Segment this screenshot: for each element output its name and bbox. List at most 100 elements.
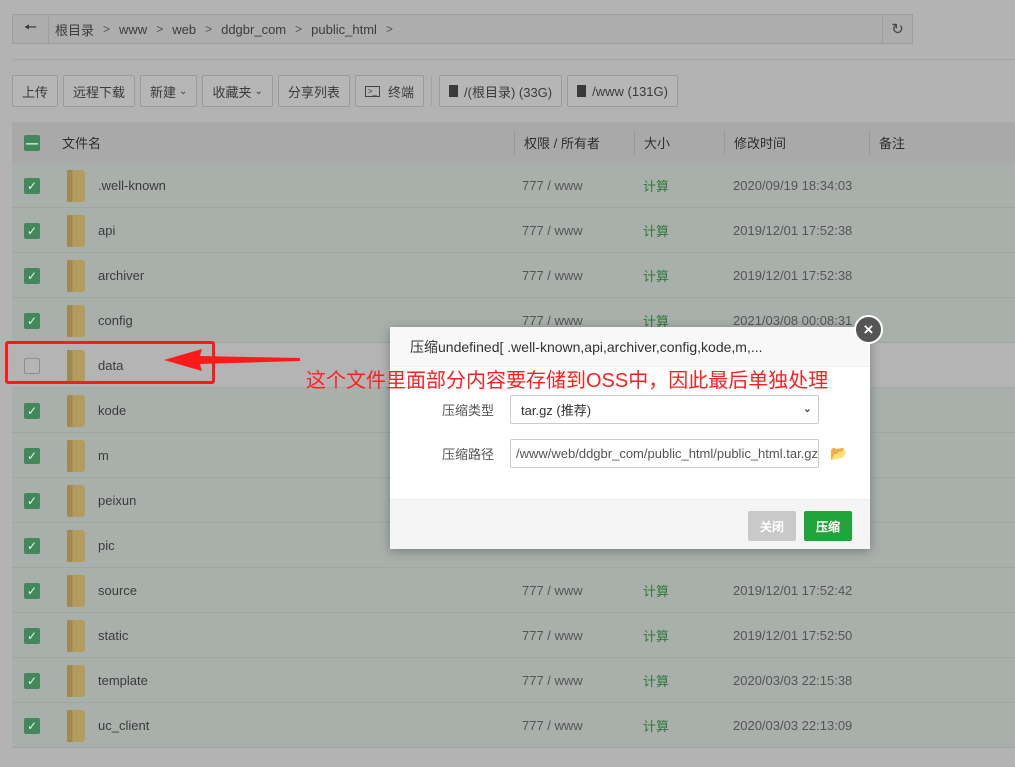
folder-icon [67,478,85,523]
file-perm[interactable]: 777 / www [522,568,583,613]
file-size-calc[interactable]: 计算 [643,208,669,253]
file-name[interactable]: uc_client [98,703,149,748]
breadcrumb-ddgbr[interactable]: ddgbr_com [221,22,286,37]
favorites-label: 收藏夹 [212,84,252,100]
file-name[interactable]: config [98,298,133,343]
row-checkbox[interactable]: ✓ [24,613,40,658]
remote-download-button[interactable]: 远程下载 [63,75,136,107]
new-label: 新建 [150,84,177,100]
terminal-button[interactable]: >_ 终端 [354,75,424,107]
file-name[interactable]: source [98,568,137,613]
refresh-button[interactable]: ↻ [882,15,912,43]
compress-path-input[interactable]: /www/web/ddgbr_com/public_html/public_ht… [510,439,819,468]
table-row[interactable]: ✓ .well-known 777 / www 计算 2020/09/19 18… [12,163,1015,208]
file-name[interactable]: .well-known [98,163,166,208]
folder-icon [67,388,85,433]
row-checkbox[interactable]: ✓ [24,478,40,523]
file-name[interactable]: static [98,613,128,658]
check-icon: ✓ [24,492,40,509]
row-checkbox[interactable]: ✓ [24,568,40,613]
table-row[interactable]: ✓ source 777 / www 计算 2019/12/01 17:52:4… [12,568,1015,613]
toolbar: 上传 远程下载 新建 ⌄ 收藏夹 ⌄ 分享列表 >_ 终端 /(根目录) (33G) … [12,75,678,107]
check-icon: ✓ [24,717,40,734]
file-perm[interactable]: 777 / www [522,703,583,748]
table-row[interactable]: ✓ archiver 777 / www 计算 2019/12/01 17:52… [12,253,1015,298]
row-checkbox[interactable]: ✓ [24,298,40,343]
chevron-right-icon: > [205,22,213,36]
folder-icon [67,208,85,253]
file-name[interactable]: template [98,658,148,703]
folder-icon [67,253,85,298]
row-checkbox[interactable]: ✓ [24,163,40,208]
terminal-label: 终端 [387,84,414,100]
file-name[interactable]: peixun [98,478,136,523]
file-mtime: 2019/12/01 17:52:38 [733,268,853,283]
row-checkbox[interactable]: ✓ [24,433,40,478]
file-name[interactable]: api [98,208,115,253]
table-row[interactable]: ✓ static 777 / www 计算 2019/12/01 17:52:5… [12,613,1015,658]
header-size[interactable]: 大小 [634,130,670,155]
breadcrumb-www[interactable]: www [119,22,147,37]
dialog-footer: 关闭 压缩 [390,499,870,549]
favorites-button[interactable]: 收藏夹 ⌄ [202,75,273,107]
divider [431,76,432,106]
file-size-calc[interactable]: 计算 [643,658,669,703]
table-header: — 文件名 权限 / 所有者 大小 修改时间 备注 [12,122,1015,163]
folder-open-icon[interactable]: 📂 [830,445,847,462]
table-row[interactable]: ✓ template 777 / www 计算 2020/03/03 22:15… [12,658,1015,703]
path-bar: 🠔 根目录 > www > web > ddgbr_com > public_html >… [12,14,913,44]
table-row[interactable]: ✓ api 777 / www 计算 2019/12/01 17:52:38 [12,208,1015,253]
breadcrumb-web[interactable]: web [172,22,196,37]
file-perm[interactable]: 777 / www [522,253,583,298]
check-icon: ✓ [24,312,40,329]
divider [12,59,1015,60]
file-perm[interactable]: 777 / www [522,613,583,658]
file-mtime: 2019/12/01 17:52:42 [733,583,853,598]
file-name[interactable]: archiver [98,253,144,298]
row-checkbox[interactable]: ✓ [24,703,40,748]
row-checkbox[interactable]: ✓ [24,523,40,568]
file-perm[interactable]: 777 / www [522,163,583,208]
folder-icon [67,703,85,748]
header-perm[interactable]: 权限 / 所有者 [514,130,600,155]
file-size-calc[interactable]: 计算 [643,613,669,658]
file-size-calc[interactable]: 计算 [643,163,669,208]
breadcrumb-root[interactable]: 根目录 [55,20,94,39]
file-name[interactable]: kode [98,388,126,433]
select-all-checkbox[interactable]: — [24,122,40,163]
file-size-calc[interactable]: 计算 [643,703,669,748]
table-row[interactable]: ✓ uc_client 777 / www 计算 2020/03/03 22:1… [12,703,1015,748]
new-button[interactable]: 新建 ⌄ [140,75,198,107]
dialog-close-icon[interactable]: × [854,315,883,344]
breadcrumb-public-html[interactable]: public_html [311,22,377,37]
row-checkbox[interactable]: ✓ [24,658,40,703]
refresh-icon: ↻ [891,21,904,38]
disk-www-button[interactable]: /www (131G) [567,75,678,107]
share-list-button[interactable]: 分享列表 [277,75,350,107]
compress-button[interactable]: 压缩 [804,511,852,541]
file-size-calc[interactable]: 计算 [643,568,669,613]
back-button[interactable]: 🠔 [13,15,49,43]
check-icon: ✓ [24,267,40,284]
disk-www-label: /www (131G) [592,83,668,99]
file-size-calc[interactable]: 计算 [643,253,669,298]
row-checkbox[interactable]: ✓ [24,388,40,433]
file-perm[interactable]: 777 / www [522,658,583,703]
file-perm[interactable]: 777 / www [522,208,583,253]
row-checkbox[interactable]: ✓ [24,253,40,298]
header-mtime[interactable]: 修改时间 [724,130,786,155]
header-name[interactable]: 文件名 [62,122,101,163]
file-name[interactable]: pic [98,523,115,568]
close-button[interactable]: 关闭 [748,511,796,541]
compress-type-value: tar.gz (推荐) [521,403,592,418]
dialog-title: 压缩undefined[ .well-known,api,archiver,co… [390,327,870,367]
check-icon: ✓ [24,672,40,689]
chevron-right-icon: > [103,22,111,36]
row-checkbox[interactable]: ✓ [24,208,40,253]
chevron-right-icon: > [295,22,303,36]
compress-type-select[interactable]: tar.gz (推荐) ⌄ [510,395,819,424]
upload-button[interactable]: 上传 [12,75,59,107]
disk-root-button[interactable]: /(根目录) (33G) [439,75,563,107]
disk-icon [577,85,587,97]
file-name[interactable]: m [98,433,109,478]
